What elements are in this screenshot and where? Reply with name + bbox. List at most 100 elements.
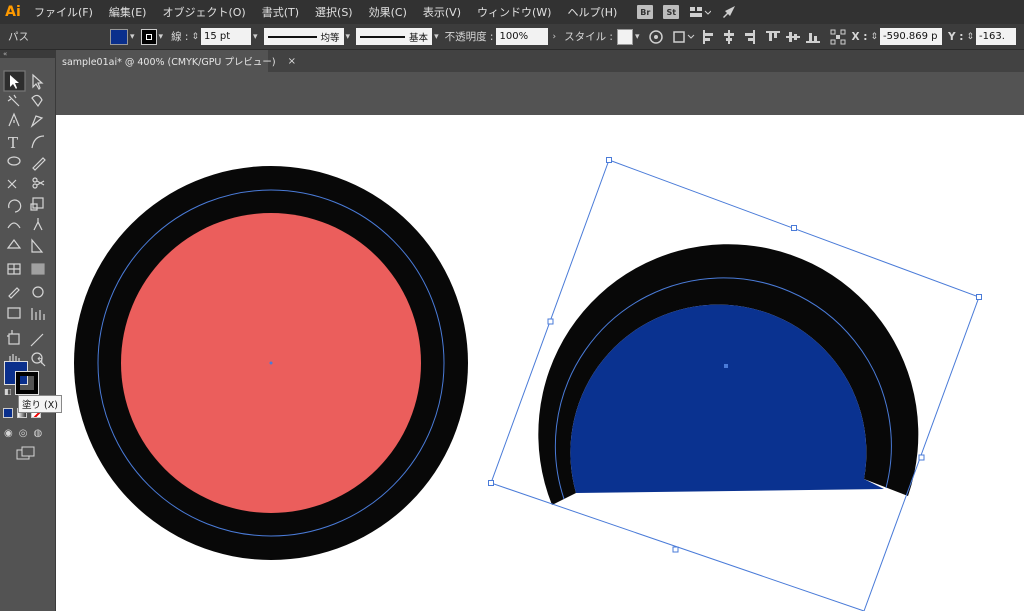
- scale-tool-icon[interactable]: [32, 197, 44, 209]
- align-center-v-icon[interactable]: [785, 30, 800, 44]
- stroke-dropdown-icon[interactable]: ▾: [159, 32, 164, 42]
- x-stepper-icon[interactable]: ⇕: [870, 32, 878, 42]
- handle-top-middle[interactable]: [791, 225, 797, 231]
- menu-view[interactable]: 表示(V): [415, 4, 469, 20]
- gradient-tool-icon[interactable]: [31, 263, 45, 275]
- menu-help[interactable]: ヘルプ(H): [559, 4, 625, 20]
- shape-builder-tool-icon[interactable]: [6, 239, 22, 249]
- y-input[interactable]: -163.: [976, 28, 1017, 45]
- blend-tool-icon[interactable]: [32, 286, 44, 298]
- tab-close-icon[interactable]: ×: [288, 56, 296, 67]
- tools-panel: « T ↰ ◧ ◉ ◎ ◍: [0, 50, 56, 611]
- direct-selection-tool-icon[interactable]: [32, 73, 44, 90]
- stroke-color-box[interactable]: [15, 371, 39, 395]
- swap-fill-stroke-icon[interactable]: ↰: [36, 356, 44, 367]
- width-tool-icon[interactable]: [7, 222, 21, 229]
- fill-swatch[interactable]: [110, 28, 128, 45]
- type-tool-icon[interactable]: T: [8, 134, 18, 152]
- pen-tool-icon[interactable]: [8, 112, 20, 127]
- menu-object[interactable]: オブジェクト(O): [154, 4, 253, 20]
- menu-type[interactable]: 書式(T): [254, 4, 307, 20]
- brush-label: 基本: [409, 32, 429, 44]
- artboard-tool-icon[interactable]: [8, 333, 20, 345]
- align-left-icon[interactable]: [702, 29, 716, 44]
- stroke-weight-input[interactable]: 15 pt: [201, 28, 251, 45]
- default-colors-icon[interactable]: ◧: [4, 387, 12, 396]
- align-to-icon[interactable]: [672, 29, 698, 45]
- artwork: [74, 157, 982, 611]
- rotate-tool-icon[interactable]: [8, 199, 22, 213]
- draw-behind-icon[interactable]: ◎: [19, 428, 28, 439]
- handle-bottom-left[interactable]: [488, 480, 494, 486]
- tools-panel-collapse[interactable]: «: [0, 50, 55, 58]
- menu-window[interactable]: ウィンドウ(W): [469, 4, 559, 20]
- opacity-input[interactable]: 100%: [496, 28, 549, 45]
- menu-items: ファイル(F) 編集(E) オブジェクト(O) 書式(T) 選択(S) 効果(C…: [26, 4, 625, 20]
- menu-edit[interactable]: 編集(E): [101, 4, 155, 20]
- bridge-button[interactable]: Br: [637, 5, 654, 19]
- draw-normal-icon[interactable]: ◉: [4, 428, 13, 439]
- transform-reference-icon[interactable]: [830, 29, 846, 45]
- profile-line-icon: [267, 35, 317, 38]
- menu-file[interactable]: ファイル(F): [26, 4, 101, 20]
- variable-width-profile[interactable]: 均等: [263, 28, 344, 45]
- color-mode-button[interactable]: [3, 408, 13, 418]
- perspective-grid-tool-icon[interactable]: [31, 238, 44, 253]
- stroke-stepper-icon[interactable]: ⇕: [191, 32, 199, 42]
- recolor-artwork-icon[interactable]: [648, 29, 664, 45]
- document-tab-bar: sample01ai* @ 400% (CMYK/GPU プレビュー) ×: [56, 50, 1024, 72]
- symbol-sprayer-tool-icon[interactable]: [7, 307, 21, 319]
- ellipse-tool-icon[interactable]: [7, 156, 21, 166]
- align-center-h-icon[interactable]: [722, 29, 736, 44]
- artboard[interactable]: [56, 115, 1024, 611]
- scissors-tool-icon[interactable]: [32, 183, 38, 189]
- object-type-label: パス: [8, 31, 29, 43]
- stroke-weight-dropdown-icon[interactable]: ▾: [253, 32, 258, 42]
- brush-dropdown-icon[interactable]: ▾: [434, 32, 439, 42]
- align-top-icon[interactable]: [765, 30, 780, 44]
- style-dropdown-icon[interactable]: ▾: [635, 32, 640, 42]
- slice-tool-icon[interactable]: [30, 333, 44, 347]
- handle-middle-left[interactable]: [547, 318, 554, 325]
- paintbrush-tool-icon[interactable]: [32, 157, 46, 171]
- column-graph-tool-icon[interactable]: [31, 308, 45, 320]
- graphic-style-swatch[interactable]: [616, 28, 633, 45]
- opacity-expand-icon[interactable]: ›: [552, 32, 556, 42]
- menu-bar: Ai ファイル(F) 編集(E) オブジェクト(O) 書式(T) 選択(S) 効…: [0, 0, 1024, 24]
- magic-wand-tool-icon[interactable]: [7, 94, 20, 107]
- handle-middle-right[interactable]: [918, 454, 925, 461]
- stroke-swatch[interactable]: [140, 28, 157, 45]
- align-bottom-icon[interactable]: [805, 30, 820, 44]
- brush-definition[interactable]: 基本: [356, 28, 433, 45]
- right-shape-center-point: [724, 364, 728, 368]
- lasso-tool-icon[interactable]: [31, 94, 43, 108]
- puppet-warp-tool-icon[interactable]: [33, 218, 43, 231]
- left-circle-center-point: [269, 361, 273, 365]
- workspace-layout-icon[interactable]: [689, 5, 712, 19]
- x-input[interactable]: -590.869 p: [880, 28, 943, 45]
- stock-button[interactable]: St: [663, 5, 680, 19]
- brush-line-icon: [360, 35, 406, 38]
- y-stepper-icon[interactable]: ⇕: [966, 32, 974, 42]
- gpu-rocket-icon[interactable]: [721, 5, 737, 19]
- document-tab-title: sample01ai* @ 400% (CMYK/GPU プレビュー): [62, 57, 276, 68]
- draw-inside-icon[interactable]: ◍: [33, 428, 42, 439]
- profile-label: 均等: [320, 32, 340, 44]
- opacity-label[interactable]: 不透明度 :: [445, 29, 494, 44]
- profile-dropdown-icon[interactable]: ▾: [346, 32, 351, 42]
- eyedropper-tool-icon[interactable]: [8, 287, 20, 299]
- handle-top-left[interactable]: [606, 157, 612, 163]
- shaper-tool-icon[interactable]: [7, 179, 17, 189]
- menu-effect[interactable]: 効果(C): [361, 4, 415, 20]
- screen-mode-icon[interactable]: [16, 446, 36, 460]
- curvature-tool-icon[interactable]: [30, 115, 44, 128]
- document-tab[interactable]: sample01ai* @ 400% (CMYK/GPU プレビュー) ×: [56, 50, 296, 72]
- x-label: X :: [851, 30, 868, 43]
- line-segment-tool-icon[interactable]: [31, 135, 45, 149]
- handle-bottom-middle[interactable]: [672, 546, 679, 553]
- align-right-icon[interactable]: [742, 29, 756, 44]
- y-label: Y :: [948, 30, 964, 43]
- fill-dropdown-icon[interactable]: ▾: [130, 32, 135, 42]
- handle-top-right[interactable]: [976, 294, 982, 300]
- menu-select[interactable]: 選択(S): [307, 4, 361, 20]
